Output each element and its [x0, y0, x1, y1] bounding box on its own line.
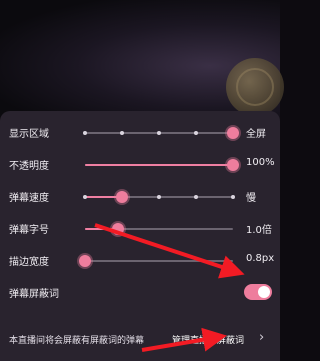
display-area-slider[interactable]: [83, 127, 239, 139]
display-area-tick: [194, 131, 198, 135]
speed-tick: [194, 195, 198, 199]
display-area-value: 全屏: [246, 129, 266, 140]
speed-label: 弹幕速度: [9, 193, 49, 204]
coin-emblem-icon: [226, 58, 284, 116]
opacity-fill: [85, 164, 233, 166]
manage-block-words-row[interactable]: 本直播间将会屏蔽有屏蔽词的弹幕 管理直播间屏蔽词 ›: [0, 324, 280, 356]
font-size-row: 弹幕字号 1.0倍: [0, 213, 280, 245]
block-words-toggle-knob: [258, 286, 270, 298]
display-area-tick: [120, 131, 124, 135]
manage-block-words-link[interactable]: 管理直播间屏蔽词: [172, 333, 244, 346]
stroke-width-row: 描边宽度 0.8px: [0, 245, 280, 277]
danmaku-settings-panel: 显示区域 全屏 不透明度 100% 弹幕速度 慢 弹幕字号 1.0倍 描边宽度 …: [0, 111, 280, 361]
block-words-toggle[interactable]: [244, 284, 272, 300]
speed-tick: [157, 195, 161, 199]
opacity-value: 100%: [246, 157, 275, 168]
opacity-label: 不透明度: [9, 161, 49, 172]
speed-slider[interactable]: [83, 191, 235, 203]
opacity-row: 不透明度 100%: [0, 149, 280, 181]
speed-tick: [83, 195, 87, 199]
font-size-slider[interactable]: [85, 223, 233, 235]
speed-thumb[interactable]: [116, 191, 128, 203]
font-size-thumb[interactable]: [111, 223, 124, 235]
opacity-thumb[interactable]: [227, 159, 239, 171]
opacity-slider[interactable]: [85, 159, 239, 171]
display-area-tick: [83, 131, 87, 135]
block-words-row: 弹幕屏蔽词: [0, 277, 280, 309]
display-area-label: 显示区域: [9, 129, 49, 140]
font-size-value: 1.0倍: [246, 225, 272, 236]
block-words-label: 弹幕屏蔽词: [9, 289, 59, 300]
speed-tick: [231, 195, 235, 199]
stroke-width-label: 描边宽度: [9, 257, 49, 268]
stroke-width-slider[interactable]: [79, 255, 233, 267]
speed-value: 慢: [246, 193, 256, 204]
display-area-tick: [157, 131, 161, 135]
block-words-description: 本直播间将会屏蔽有屏蔽词的弹幕: [9, 336, 145, 346]
font-size-label: 弹幕字号: [9, 225, 49, 236]
stroke-width-value: 0.8px: [246, 253, 275, 264]
display-area-thumb[interactable]: [227, 127, 239, 139]
display-area-row: 显示区域 全屏: [0, 117, 280, 149]
chevron-right-icon[interactable]: ›: [259, 330, 264, 345]
speed-row: 弹幕速度 慢: [0, 181, 280, 213]
stroke-width-thumb[interactable]: [79, 255, 91, 267]
